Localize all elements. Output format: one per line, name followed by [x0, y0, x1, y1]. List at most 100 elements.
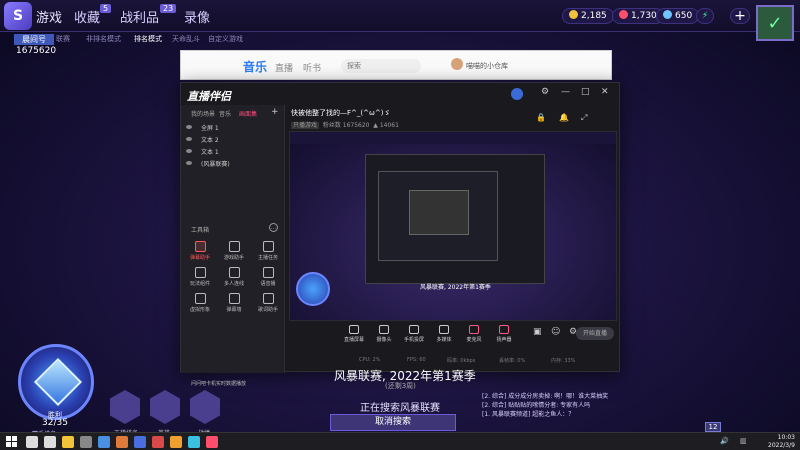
- bottom-toolbar: 直播屏幕 摄像头 手机投屏 多媒体 麦克风 扬声器 ▣ ☺ ⚙: [289, 323, 617, 349]
- tool-multi-link[interactable]: 多人连线: [217, 267, 251, 287]
- file-explorer-icon[interactable]: [26, 436, 38, 448]
- tool-game-helper[interactable]: 游戏助手: [217, 241, 251, 261]
- maximize-icon[interactable]: □: [581, 87, 590, 97]
- scene-item[interactable]: 全屏 1: [201, 123, 219, 132]
- sub-tab-league[interactable]: 联赛: [56, 34, 70, 44]
- browser-username[interactable]: 喵喵的小仓库: [466, 61, 508, 71]
- cancel-search-button[interactable]: 取消搜索: [330, 414, 456, 431]
- rank-emblem[interactable]: [18, 344, 94, 420]
- task-icon: [262, 241, 274, 252]
- media-button[interactable]: 多媒体: [429, 325, 459, 343]
- category-tag[interactable]: 只播游戏: [291, 122, 320, 129]
- ladder-button[interactable]: [110, 390, 140, 424]
- stream-preview[interactable]: 风暴联赛, 2022年第1赛季: [289, 131, 617, 321]
- nav-tab-play[interactable]: 游戏: [36, 7, 62, 26]
- preview-game-bar: [290, 132, 616, 144]
- fullscreen-icon[interactable]: ⤢: [581, 113, 587, 123]
- browser-search-input[interactable]: [341, 59, 421, 73]
- tool-voice[interactable]: 语音播: [251, 267, 285, 287]
- settings-icon[interactable]: ⚙: [541, 87, 549, 97]
- game-launcher-icon[interactable]: [116, 436, 128, 448]
- shard-icon: [663, 10, 672, 19]
- heroes-logo[interactable]: S: [4, 2, 32, 30]
- phone-icon: [409, 325, 419, 334]
- music-app-icon[interactable]: [188, 436, 200, 448]
- volume-icon[interactable]: 🔊: [720, 437, 729, 445]
- lyrics-icon: [262, 293, 274, 304]
- lock-icon[interactable]: 🔒: [536, 113, 546, 122]
- shards-counter: 650: [656, 8, 700, 24]
- group-count-badge[interactable]: 12: [705, 422, 721, 432]
- record-icon[interactable]: ▣: [533, 327, 542, 337]
- sub-tab-brawl[interactable]: 天命乱斗: [172, 34, 200, 44]
- tool-widgets[interactable]: 玩法组件: [183, 267, 217, 287]
- media-icon: [439, 325, 449, 334]
- rank-diamond-icon: [33, 357, 83, 407]
- browser-icon[interactable]: [98, 436, 110, 448]
- screen-capture-button[interactable]: 直播屏幕: [339, 325, 369, 343]
- windows-taskbar: 🔊 ▥ 10:03 2022/3/9: [0, 432, 800, 450]
- nav-tab-collection[interactable]: 收藏: [74, 7, 100, 26]
- gold-coin-icon: [569, 10, 578, 19]
- toolbox-label: 工具箱: [191, 227, 210, 234]
- tool-tasks[interactable]: 主播任务: [251, 241, 285, 261]
- live-app-icon[interactable]: [152, 436, 164, 448]
- eye-icon[interactable]: [186, 137, 192, 141]
- tool-avatar[interactable]: 虚拟形象: [183, 293, 217, 313]
- chrome-icon[interactable]: [170, 436, 182, 448]
- phone-cast-button[interactable]: 手机投屏: [399, 325, 429, 343]
- speaker-button[interactable]: 扬声器: [489, 325, 519, 343]
- browser-tab-audiobook[interactable]: 听书: [303, 61, 321, 74]
- network-icon[interactable]: ▥: [740, 437, 747, 445]
- stats-button[interactable]: [190, 390, 220, 424]
- folder-icon[interactable]: [62, 436, 74, 448]
- sticker-icon[interactable]: ☺: [551, 327, 560, 337]
- tool-danmaku-wall[interactable]: 弹幕墙: [217, 293, 251, 313]
- notification-icon[interactable]: 🔔: [559, 113, 569, 122]
- music-brand[interactable]: 音乐: [243, 58, 267, 75]
- report-link[interactable]: 问问吧卡机实时数据播放: [191, 380, 246, 387]
- sub-tab-ranked[interactable]: 排名模式: [134, 34, 162, 44]
- boost-icon[interactable]: ⚡: [696, 8, 714, 24]
- sub-tab-custom[interactable]: 自定义游戏: [208, 34, 243, 44]
- microphone-icon: [469, 325, 479, 334]
- douyin-icon[interactable]: [206, 436, 218, 448]
- eye-icon[interactable]: [186, 125, 192, 129]
- system-clock[interactable]: 10:03 2022/3/9: [768, 434, 795, 450]
- browser-tab-live[interactable]: 直播: [275, 61, 293, 74]
- scene-item[interactable]: 文本 1: [201, 147, 219, 156]
- user-avatar[interactable]: [451, 58, 463, 70]
- memory-stat: 内存: 33%: [551, 358, 576, 364]
- more-tools-icon[interactable]: …: [269, 223, 278, 232]
- sub-tab-unranked[interactable]: 非排名模式: [86, 34, 121, 44]
- eye-icon[interactable]: [186, 149, 192, 153]
- camera-button[interactable]: 摄像头: [369, 325, 399, 343]
- scene-item[interactable]: (风暴联赛): [201, 159, 230, 168]
- start-live-button[interactable]: 开始直播: [576, 327, 614, 340]
- tab-music[interactable]: 音乐: [219, 109, 231, 118]
- microphone-button[interactable]: 麦克风: [459, 325, 489, 343]
- tool-lyrics[interactable]: 歌词助手: [251, 293, 285, 313]
- app-avatar[interactable]: [511, 88, 523, 100]
- tool-danmaku[interactable]: 弹幕助手: [183, 241, 217, 261]
- heroes-button[interactable]: [150, 390, 180, 424]
- minimize-icon[interactable]: —: [561, 87, 570, 97]
- wall-icon: [228, 293, 240, 304]
- stream-title[interactable]: 快被他整了找的—F^_(^ω^)ゞ: [291, 108, 390, 118]
- taskview-icon[interactable]: [44, 436, 56, 448]
- heroes-taskbar-icon[interactable]: [134, 436, 146, 448]
- nav-tab-replays[interactable]: 录像: [184, 7, 210, 26]
- close-icon[interactable]: ✕: [601, 87, 609, 97]
- dropframe-stat: 丢帧率: 0%: [499, 358, 526, 364]
- add-friend-icon[interactable]: +: [730, 8, 750, 24]
- nav-tab-loot[interactable]: 战利品: [120, 7, 159, 26]
- tab-canvas[interactable]: 画面集: [239, 109, 257, 118]
- tab-my-scenes[interactable]: 我的场景: [191, 109, 215, 118]
- app-icon[interactable]: [80, 436, 92, 448]
- widget-icon: [194, 267, 206, 278]
- windows-start-icon[interactable]: [6, 436, 17, 447]
- add-scene-icon[interactable]: +: [271, 107, 279, 117]
- player-name-badge: 晨间号: [14, 34, 54, 45]
- eye-icon[interactable]: [186, 161, 192, 165]
- scene-item[interactable]: 文本 2: [201, 135, 219, 144]
